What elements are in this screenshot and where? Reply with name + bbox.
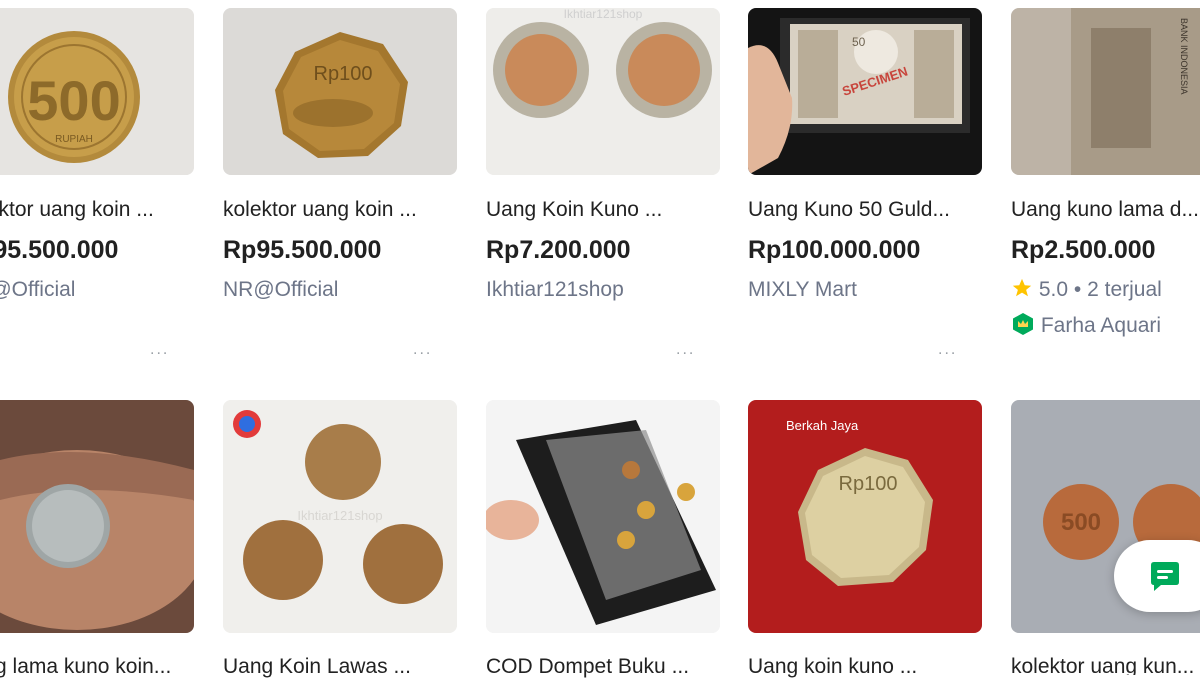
more-options-icon[interactable]: ...	[150, 340, 169, 360]
product-price: Rp95.500.000	[0, 236, 119, 264]
product-image[interactable]	[0, 400, 194, 633]
shop-name: Ikhtiar121shop	[486, 278, 624, 301]
product-image[interactable]: Ikhtiar121shop	[223, 400, 457, 633]
product-title[interactable]: kolektor uang koin ...	[223, 195, 457, 225]
product-image[interactable]: Rp100 Berkah Jaya	[748, 400, 982, 633]
chat-button[interactable]	[1114, 540, 1200, 612]
product-title[interactable]: Uang Koin Kuno ...	[486, 195, 720, 225]
shop-watermark-text: Berkah Jaya	[786, 418, 859, 433]
coin-500-text: 500	[27, 69, 120, 132]
product-image[interactable]: Ikhtiar121shop	[486, 8, 720, 175]
more-options-icon[interactable]: ...	[676, 340, 695, 360]
coin-sub-text: RUPIAH	[55, 134, 93, 145]
watermark-text: Ikhtiar121shop	[297, 508, 382, 523]
product-title[interactable]: COD Dompet Buku ...	[486, 652, 720, 682]
coin-rp100-text: Rp100	[839, 473, 898, 495]
product-title[interactable]: uang lama kuno koin...	[0, 652, 194, 682]
chat-icon	[1151, 562, 1179, 591]
three-coins-image: Ikhtiar121shop	[223, 400, 457, 633]
coin-red-bg-image: Rp100 Berkah Jaya	[748, 400, 982, 633]
product-title[interactable]: Uang Kuno 50 Guld...	[748, 195, 982, 225]
product-title[interactable]: kolektor uang kun...	[1011, 652, 1200, 675]
shop-name: NR@Official	[223, 278, 339, 301]
product-price: Rp95.500.000	[223, 236, 382, 264]
shop-name: MIXLY Mart	[748, 278, 857, 301]
more-options-icon[interactable]: ...	[413, 340, 432, 360]
shop-name: NR@Official	[0, 278, 76, 301]
coin-album-image	[486, 400, 720, 633]
product-price: Rp100.000.000	[748, 236, 921, 264]
coin-500-text: 500	[1061, 509, 1101, 536]
product-title[interactable]: Uang Koin Lawas ...	[223, 652, 457, 682]
product-price: Rp7.200.000	[486, 236, 631, 264]
product-image[interactable]: Rp100	[223, 8, 457, 175]
product-image[interactable]	[486, 400, 720, 633]
coin-500-image: 500 RUPIAH	[0, 8, 194, 175]
coin-in-hand-image	[0, 400, 194, 633]
product-image[interactable]: 500 RUPIAH	[0, 8, 194, 175]
product-title[interactable]: kolektor uang koin ...	[0, 195, 194, 225]
bimetal-coins-image: Ikhtiar121shop	[486, 8, 720, 175]
banknote-value-text: 50	[852, 35, 866, 49]
coin-rp100-text: Rp100	[314, 63, 373, 85]
coin-rp100-image: Rp100	[223, 8, 457, 175]
watermark-text: Ikhtiar121shop	[564, 8, 643, 21]
product-image[interactable]: 50 SPECIMEN	[748, 8, 982, 175]
product-title[interactable]: Uang koin kuno ...	[748, 652, 982, 682]
more-options-icon[interactable]: ...	[938, 340, 957, 360]
banknote-specimen-image: 50 SPECIMEN	[748, 8, 982, 175]
